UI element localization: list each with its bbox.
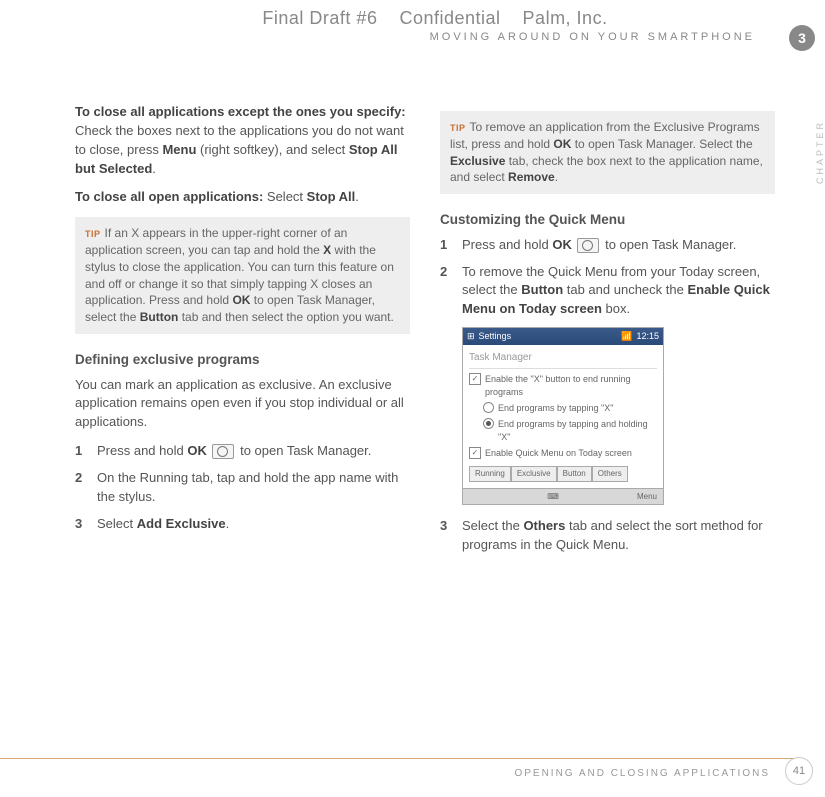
company-label: Palm, Inc.: [523, 8, 608, 28]
chapter-number-badge: 3: [789, 25, 815, 51]
step-num: 2: [75, 469, 97, 507]
ss-subtitle: Task Manager: [469, 351, 657, 369]
draft-label: Final Draft #6: [262, 8, 377, 28]
ss-time: 12:15: [636, 330, 659, 343]
ok-icon: [577, 238, 599, 253]
page-number: 41: [785, 757, 813, 785]
step-2: 2 On the Running tab, tap and hold the a…: [75, 469, 410, 507]
qstep-2: 2 To remove the Quick Menu from your Tod…: [440, 263, 775, 320]
ss-footer: ⌨ Menu: [463, 488, 663, 505]
step-num: 2: [440, 263, 462, 320]
radio-icon: [483, 418, 494, 429]
footer-rule: [0, 758, 795, 759]
ss-signal-icon: 📶: [621, 330, 632, 343]
quickmenu-steps-cont: 3 Select the Others tab and select the s…: [440, 517, 775, 555]
close-except-para: To close all applications except the one…: [75, 103, 410, 178]
ss-tab: Exclusive: [511, 466, 557, 482]
checkbox-icon: ✓: [469, 447, 481, 459]
ss-tab: Button: [557, 466, 592, 482]
content-columns: To close all applications except the one…: [75, 103, 795, 563]
subhead-exclusive: Defining exclusive programs: [75, 350, 410, 370]
tip-box-remove: TIPTo remove an application from the Exc…: [440, 111, 775, 194]
subhead-quickmenu: Customizing the Quick Menu: [440, 210, 775, 230]
ss-menu: Menu: [637, 491, 657, 503]
ss-titlebar: ⊞ Settings 📶 12:15: [463, 328, 663, 345]
ss-tab: Running: [469, 466, 511, 482]
ss-title: Settings: [479, 330, 512, 343]
radio-icon: [483, 402, 494, 413]
step-3: 3 Select Add Exclusive.: [75, 515, 410, 534]
quickmenu-steps: 1 Press and hold OK to open Task Manager…: [440, 236, 775, 319]
confidential-label: Confidential: [399, 8, 500, 28]
footer-text: OPENING AND CLOSING APPLICATIONS: [514, 768, 770, 779]
ss-keyboard-icon: ⌨: [547, 491, 559, 503]
tip-label: TIP: [450, 123, 466, 133]
tip-label: TIP: [85, 229, 101, 239]
page: Final Draft #6 Confidential Palm, Inc. M…: [0, 0, 825, 797]
step-num: 3: [440, 517, 462, 555]
ss-opt1b: End programs by tapping and holding "X": [469, 418, 657, 444]
step-num: 1: [75, 442, 97, 461]
close-all-para: To close all open applications: Select S…: [75, 188, 410, 207]
ss-opt2: ✓Enable Quick Menu on Today screen: [469, 447, 657, 460]
checkbox-icon: ✓: [469, 373, 481, 385]
ss-start-icon: ⊞: [467, 330, 475, 343]
device-screenshot: ⊞ Settings 📶 12:15 Task Manager ✓Enable …: [462, 327, 664, 505]
ss-opt1a: End programs by tapping "X": [469, 402, 657, 415]
step-num: 1: [440, 236, 462, 255]
tip-box-x: TIPIf an X appears in the upper-right co…: [75, 217, 410, 334]
exclusive-steps: 1 Press and hold OK to open Task Manager…: [75, 442, 410, 533]
exclusive-intro: You can mark an application as exclusive…: [75, 376, 410, 433]
ss-tab: Others: [592, 466, 628, 482]
ss-opt1: ✓Enable the "X" button to end running pr…: [469, 373, 657, 399]
close-all-lead: To close all open applications:: [75, 189, 263, 204]
qstep-1: 1 Press and hold OK to open Task Manager…: [440, 236, 775, 255]
qstep-3: 3 Select the Others tab and select the s…: [440, 517, 775, 555]
step-num: 3: [75, 515, 97, 534]
left-column: To close all applications except the one…: [75, 103, 410, 563]
running-head: MOVING AROUND ON YOUR SMARTPHONE: [75, 31, 755, 43]
ss-tabs: Running Exclusive Button Others: [469, 466, 657, 482]
top-header: Final Draft #6 Confidential Palm, Inc.: [75, 8, 795, 29]
close-except-lead: To close all applications except the one…: [75, 104, 406, 119]
ss-body: Task Manager ✓Enable the "X" button to e…: [463, 345, 663, 487]
right-column: TIPTo remove an application from the Exc…: [440, 103, 775, 563]
ok-icon: [212, 444, 234, 459]
step-1: 1 Press and hold OK to open Task Manager…: [75, 442, 410, 461]
chapter-label: CHAPTER: [815, 120, 825, 184]
